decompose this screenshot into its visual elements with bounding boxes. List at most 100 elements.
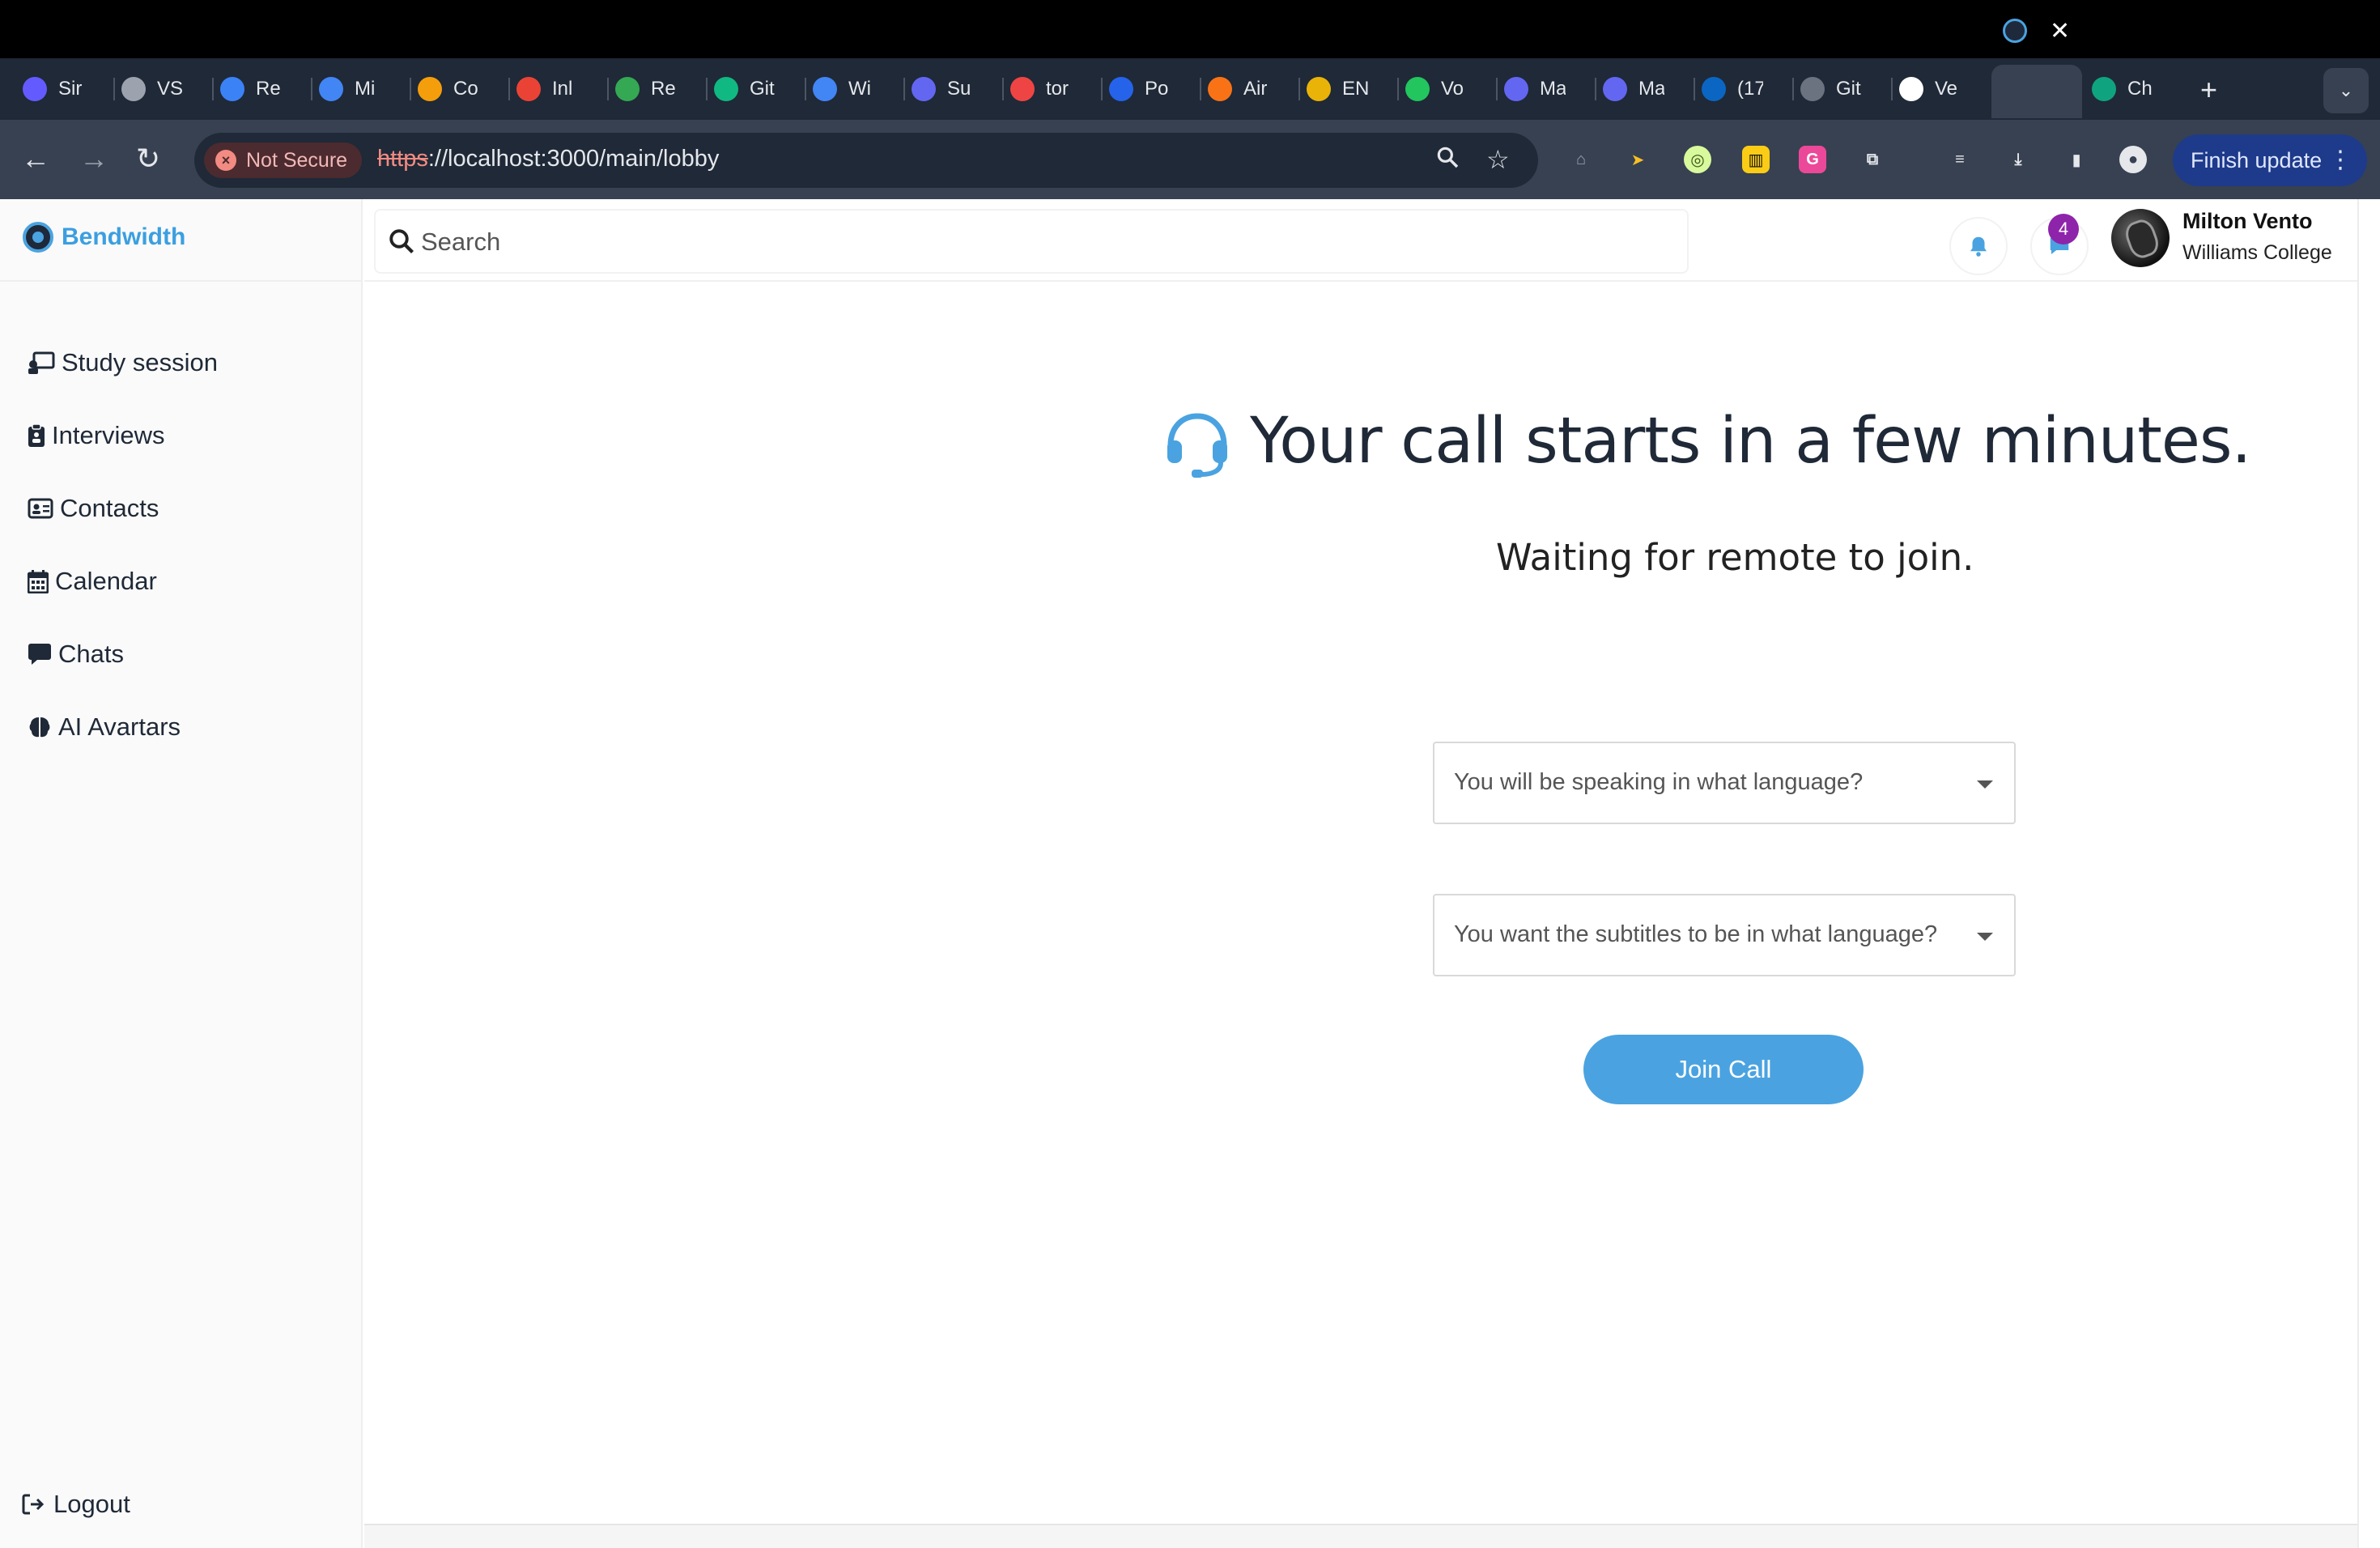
tab-search-chevron-icon[interactable]: ⌄	[2323, 68, 2369, 113]
not-secure-label: Not Secure	[246, 149, 348, 172]
sidebar-item-calendar[interactable]: Calendar	[27, 567, 157, 596]
stripe-s-icon	[23, 77, 47, 101]
sidebar-item-chats[interactable]: Chats	[28, 640, 124, 669]
browser-tab[interactable]: Air	[1208, 68, 1269, 110]
message-count-badge: 4	[2048, 214, 2079, 245]
sidebar-item-label: Interviews	[52, 421, 165, 449]
reload-icon[interactable]: ↻	[136, 142, 160, 175]
browser-tab[interactable]: tor	[1010, 68, 1072, 110]
browser-tab-label: Ch	[2127, 78, 2153, 100]
page-bottom-edge	[364, 1524, 2357, 1548]
browser-tab-label: EN	[1342, 78, 1368, 100]
back-icon[interactable]: ←	[21, 142, 50, 175]
browser-tab[interactable]: Wi	[813, 68, 874, 110]
clipboard-icon	[28, 423, 45, 448]
drive-icon	[615, 77, 640, 101]
browser-tab-label: Air	[1243, 78, 1268, 100]
target-icon	[1010, 77, 1035, 101]
close-tab-icon[interactable]: ✕	[2050, 17, 2070, 45]
avatar[interactable]	[2111, 209, 2170, 267]
browser-tab[interactable]: EN	[1307, 68, 1368, 110]
join-call-button[interactable]: Join Call	[1583, 1035, 1864, 1104]
browser-tab[interactable]: Git	[714, 68, 776, 110]
speaking-language-placeholder: You will be speaking in what language?	[1454, 769, 1864, 795]
logout-button[interactable]: Logout	[21, 1490, 130, 1519]
tab-separator	[1694, 78, 1695, 100]
page-title: Your call starts in a few minutes.	[1161, 405, 2251, 478]
chat-bubble-icon	[28, 642, 52, 666]
search-input[interactable]	[421, 222, 1668, 262]
bendwidth-logo-icon	[23, 222, 53, 253]
speaking-language-select[interactable]: You will be speaking in what language?	[1433, 742, 2016, 824]
lines-icon	[912, 77, 936, 101]
browser-tab-label: Inl	[552, 78, 573, 100]
browser-tab[interactable]: Ve	[1899, 68, 1961, 110]
green-extension-icon[interactable]: ◎	[1684, 146, 1711, 173]
search-box[interactable]	[374, 209, 1689, 274]
url-text[interactable]: https://localhost:3000/main/lobby	[377, 146, 719, 172]
sidebar-item-study-session[interactable]: Study session	[28, 348, 218, 377]
chrome-web-icon	[1208, 77, 1232, 101]
zoom-icon	[1109, 77, 1133, 101]
forward-icon[interactable]: →	[79, 142, 108, 175]
browser-tab[interactable]: Re	[220, 68, 282, 110]
finish-update-button[interactable]: Finish update ⋮	[2173, 134, 2367, 186]
profile-avatar-icon[interactable]: ●	[2119, 146, 2147, 173]
tab-separator	[805, 78, 806, 100]
page-right-edge	[2357, 199, 2380, 1548]
browser-tab-label: Ma	[1540, 78, 1566, 100]
dropdown-caret-icon	[1977, 780, 1993, 789]
browser-tab[interactable]: Ch	[2092, 68, 2153, 110]
browser-tab[interactable]: Inl	[516, 68, 578, 110]
brand[interactable]: Bendwidth	[23, 222, 185, 253]
g-extension-icon[interactable]: G	[1799, 146, 1826, 173]
browser-tab-label: VS	[157, 78, 183, 100]
sidebar-item-contacts[interactable]: Contacts	[28, 494, 159, 523]
chart-extension-icon[interactable]: ▥	[1742, 146, 1770, 173]
extensions-puzzle-icon[interactable]: ⧉	[1859, 146, 1886, 173]
notifications-button[interactable]	[1949, 217, 2008, 275]
brain-icon	[28, 715, 52, 739]
browser-tab[interactable]: Mi	[319, 68, 380, 110]
media-queue-icon[interactable]: ≡	[1946, 146, 1974, 173]
not-secure-chip[interactable]: × Not Secure	[204, 142, 363, 178]
home-extension-icon[interactable]: ⌂	[1567, 146, 1595, 173]
tab-separator	[1595, 78, 1596, 100]
tab-separator	[1792, 78, 1794, 100]
more-vert-icon[interactable]: ⋮	[2328, 134, 2352, 186]
zoom-icon[interactable]	[1434, 144, 1460, 176]
browser-tab[interactable]: (17	[1702, 68, 1763, 110]
cursor-extension-icon[interactable]: ➤	[1624, 146, 1651, 173]
tab-separator	[1496, 78, 1498, 100]
gmail-icon	[516, 77, 541, 101]
browser-tab[interactable]: Co	[418, 68, 479, 110]
title-text: Your call starts in a few minutes.	[1250, 405, 2251, 478]
new-tab-icon[interactable]: +	[2200, 73, 2217, 107]
browser-tab[interactable]: Vo	[1405, 68, 1467, 110]
chrome-web-icon	[1307, 77, 1331, 101]
bookmark-star-icon[interactable]: ☆	[1486, 144, 1510, 175]
subtitle-language-select[interactable]: You want the subtitles to be in what lan…	[1433, 894, 2016, 976]
sidebar-item-label: Chats	[58, 640, 124, 668]
browser-tab-label: tor	[1046, 78, 1069, 100]
tab-separator	[1002, 78, 1004, 100]
browser-tab[interactable]: Ma	[1504, 68, 1566, 110]
browser-tab[interactable]: Re	[615, 68, 677, 110]
browser-tab[interactable]: Su	[912, 68, 973, 110]
tab-separator	[1298, 78, 1300, 100]
lobby-content: Your call starts in a few minutes. Waiti…	[364, 282, 2357, 1524]
browser-tab[interactable]: Po	[1109, 68, 1171, 110]
browser-tab[interactable]: Sir	[23, 68, 84, 110]
browser-tab[interactable]: VS	[121, 68, 183, 110]
sidebar: Bendwidth Study session Interviews Conta…	[0, 199, 363, 1548]
lines-icon	[1504, 77, 1528, 101]
active-tab[interactable]	[1991, 65, 2082, 118]
sidebar-item-interviews[interactable]: Interviews	[28, 421, 165, 450]
browser-tab-label: Wi	[848, 78, 871, 100]
browser-tab[interactable]: Ma	[1603, 68, 1664, 110]
tab-separator	[1200, 78, 1201, 100]
side-panel-icon[interactable]: ▮	[2063, 146, 2090, 173]
sidebar-item-ai-avatars[interactable]: AI Avartars	[28, 712, 181, 742]
download-icon[interactable]: ⤓	[2004, 146, 2032, 173]
browser-tab[interactable]: Git	[1800, 68, 1862, 110]
